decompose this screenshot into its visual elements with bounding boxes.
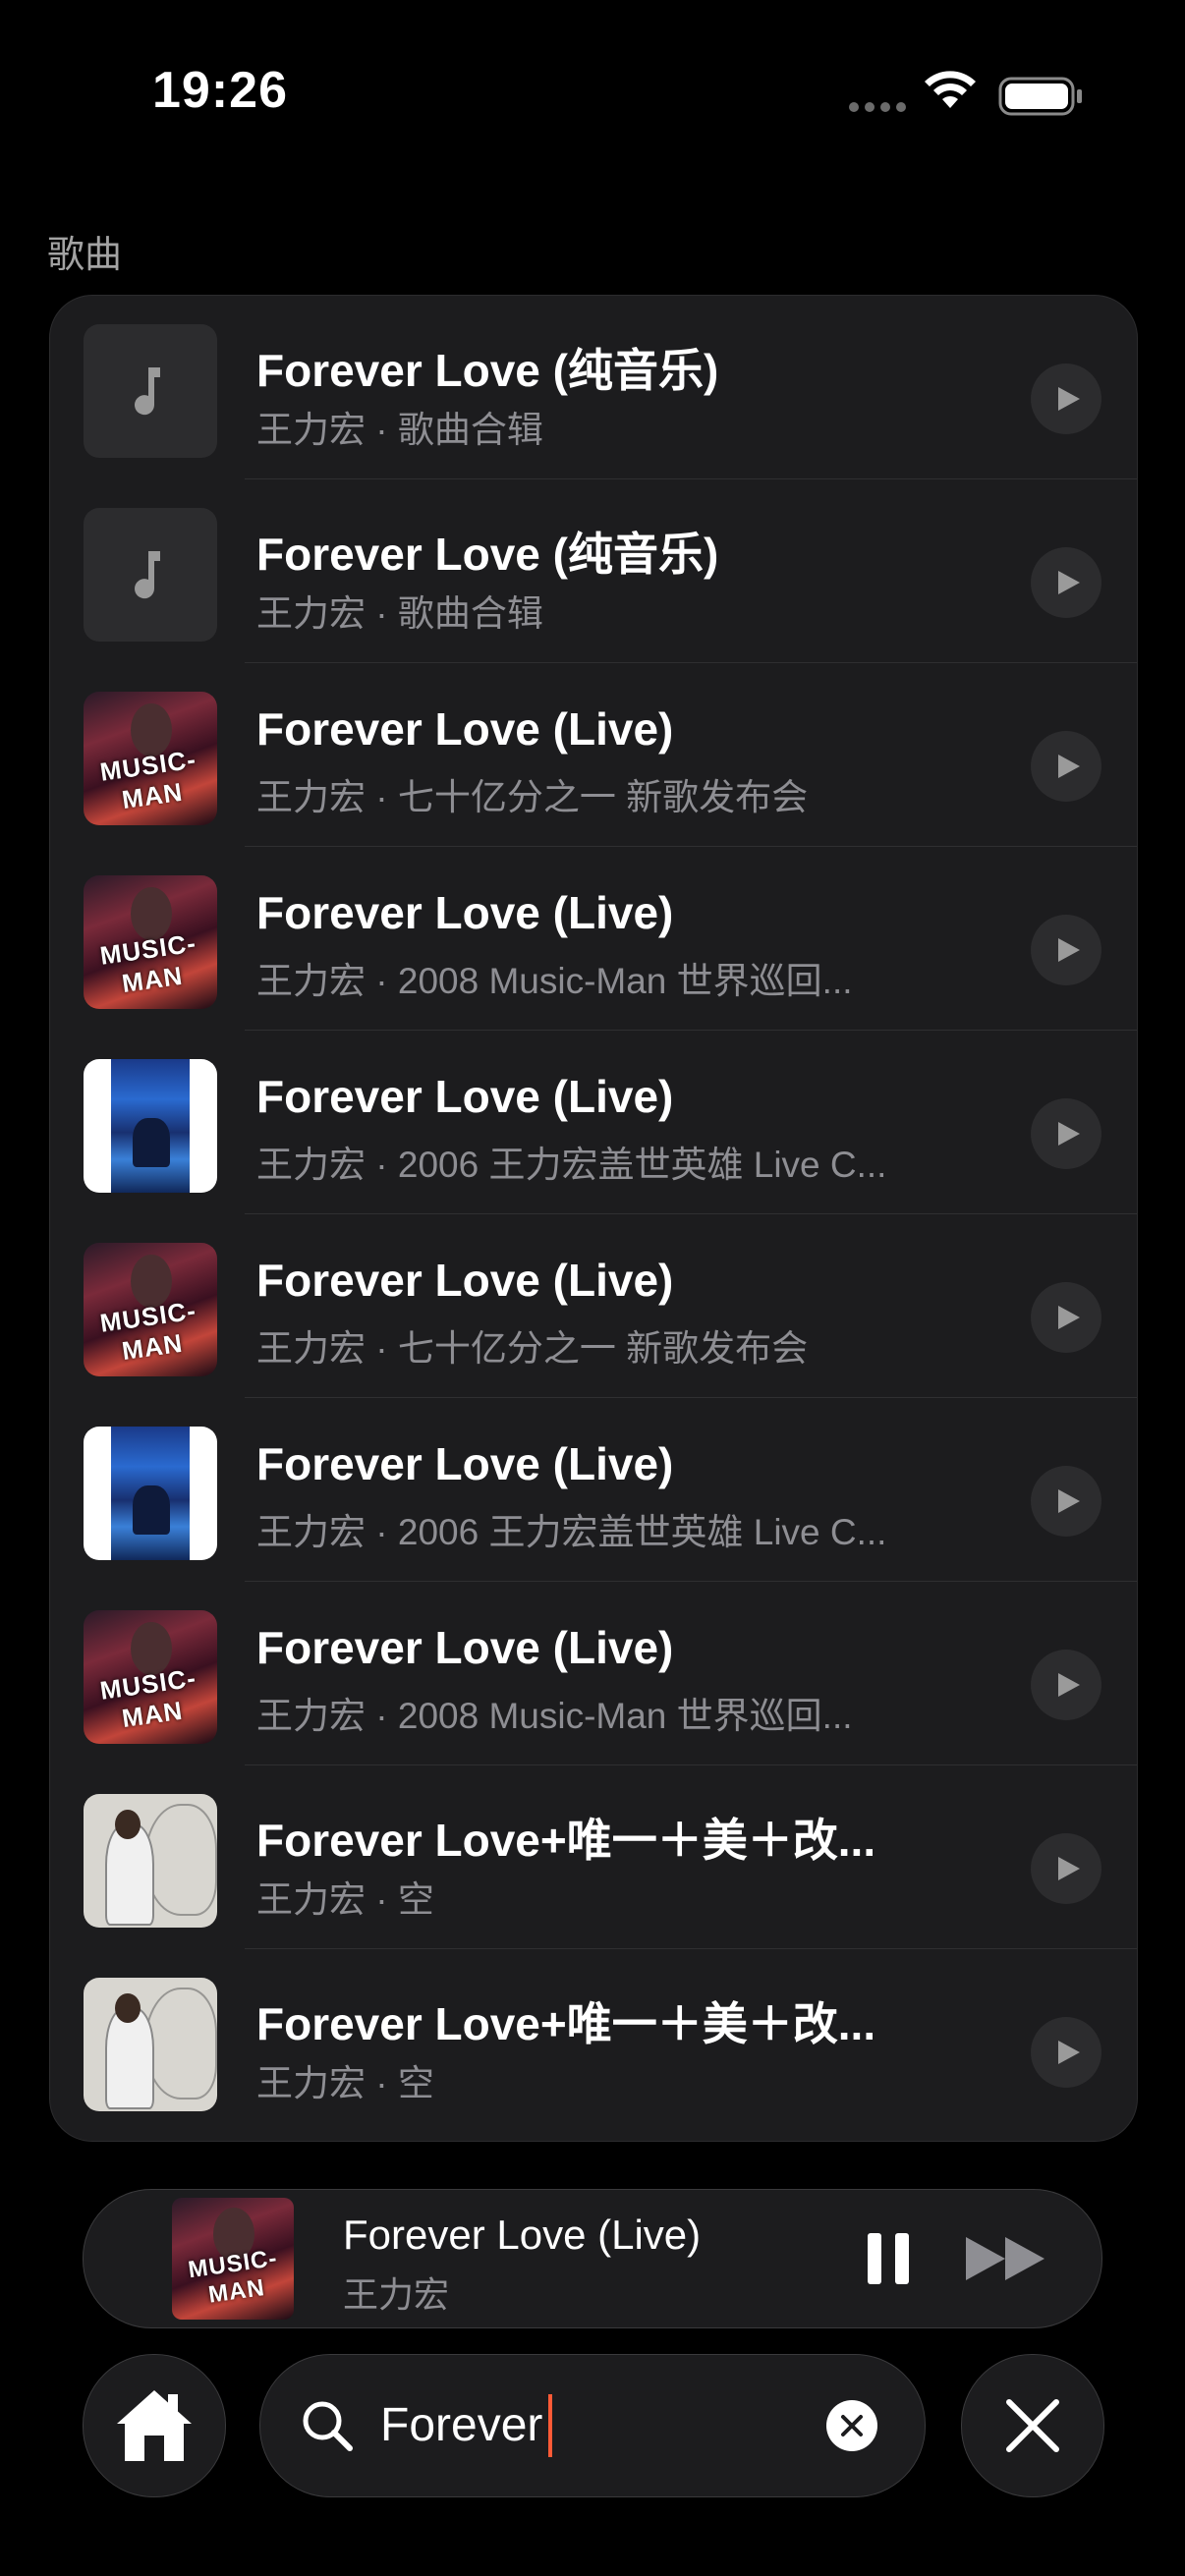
artwork-text: MUSIC-MAN [97,1295,198,1367]
play-icon [1058,2041,1080,2064]
song-subtitle: 王力宏 · 2006 王力宏盖世英雄 Live C... [256,1512,887,1552]
song-subtitle: 王力宏 · 七十亿分之一 新歌发布会 [256,777,809,817]
play-button[interactable] [1031,1098,1101,1169]
song-row[interactable]: MUSIC-MAN Forever Love (Live) 王力宏 · 2008… [50,847,1137,1031]
pause-icon [868,2233,881,2284]
song-title: Forever Love (Live) [256,887,674,938]
song-row[interactable]: Forever Love (Live) 王力宏 · 2006 王力宏盖世英雄 L… [50,1398,1137,1582]
song-subtitle: 王力宏 · 歌曲合辑 [256,593,543,634]
play-button[interactable] [1031,731,1101,802]
play-button[interactable] [1031,1466,1101,1537]
now-playing-artist: 王力宏 [343,2274,450,2315]
album-artwork: MUSIC-MAN [84,692,217,825]
song-title: Forever Love (Live) [256,1622,674,1673]
play-icon [1058,1122,1080,1146]
song-list: Forever Love (纯音乐) 王力宏 · 歌曲合辑 Forever Lo… [49,295,1138,2142]
album-artwork [84,1427,217,1560]
album-artwork: MUSIC-MAN [84,1610,217,1744]
artwork-text: MUSIC-MAN [97,1662,198,1734]
album-artwork [84,1978,217,2111]
play-button[interactable] [1031,1833,1101,1904]
song-title: Forever Love (Live) [256,1438,674,1489]
signal-dots-icon [849,102,908,114]
artwork-placeholder [84,508,217,642]
now-playing-title: Forever Love (Live) [343,2212,702,2258]
song-row[interactable]: Forever Love+唯一＋美＋改... 王力宏 · 空 [50,1949,1137,2133]
search-input[interactable] [380,2390,773,2459]
search-icon [303,2401,353,2451]
artwork-text: MUSIC-MAN [97,744,198,815]
play-button[interactable] [1031,1650,1101,1720]
song-title: Forever Love+唯一＋美＋改... [256,1998,876,2049]
song-subtitle: 王力宏 · 2008 Music-Man 世界巡回... [256,961,853,1001]
forward-button[interactable] [962,2231,1050,2286]
play-button[interactable] [1031,2017,1101,2088]
song-row[interactable]: Forever Love (Live) 王力宏 · 2006 王力宏盖世英雄 L… [50,1031,1137,1214]
song-subtitle: 王力宏 · 空 [256,1879,434,1920]
music-note-icon [135,367,160,416]
mini-player[interactable]: MUSIC-MAN Forever Love (Live) 王力宏 [83,2189,1102,2328]
close-icon [1006,2399,1059,2452]
song-title: Forever Love (Live) [256,1255,674,1306]
play-button[interactable] [1031,915,1101,985]
wifi-icon [925,71,976,108]
music-note-icon [135,551,160,599]
play-icon [1058,938,1080,962]
pause-button[interactable] [858,2227,921,2290]
text-caret [548,2394,552,2457]
play-icon [1058,1857,1080,1880]
song-row[interactable]: MUSIC-MAN Forever Love (Live) 王力宏 · 七十亿分… [50,1214,1137,1398]
song-row[interactable]: Forever Love (纯音乐) 王力宏 · 歌曲合辑 [50,296,1137,479]
song-row[interactable]: Forever Love+唯一＋美＋改... 王力宏 · 空 [50,1765,1137,1949]
clear-icon [841,2415,863,2436]
play-icon [1058,1673,1080,1697]
song-title: Forever Love (纯音乐) [256,345,719,396]
search-field[interactable] [259,2354,926,2497]
play-icon [1058,755,1080,778]
album-artwork: MUSIC-MAN [84,875,217,1009]
artwork-text: MUSIC-MAN [186,2244,280,2309]
song-title: Forever Love (Live) [256,1071,674,1122]
clear-search-button[interactable] [826,2400,877,2451]
home-button[interactable] [83,2354,226,2497]
album-artwork [84,1059,217,1193]
status-bar: 19:26 [0,0,1185,196]
play-button[interactable] [1031,547,1101,618]
play-icon [1058,1306,1080,1329]
close-button[interactable] [961,2354,1104,2497]
song-subtitle: 王力宏 · 空 [256,2063,434,2103]
album-artwork [84,1794,217,1928]
song-row[interactable]: MUSIC-MAN Forever Love (Live) 王力宏 · 2008… [50,1582,1137,1765]
album-artwork: MUSIC-MAN [84,1243,217,1376]
status-time: 19:26 [152,62,288,119]
artwork-text: MUSIC-MAN [97,927,198,999]
song-row[interactable]: Forever Love (纯音乐) 王力宏 · 歌曲合辑 [50,479,1137,663]
song-subtitle: 王力宏 · 歌曲合辑 [256,410,543,450]
song-subtitle: 王力宏 · 2006 王力宏盖世英雄 Live C... [256,1145,887,1185]
song-subtitle: 王力宏 · 七十亿分之一 新歌发布会 [256,1328,809,1369]
play-icon [1058,1489,1080,1513]
play-button[interactable] [1031,364,1101,434]
song-title: Forever Love+唯一＋美＋改... [256,1815,876,1866]
song-subtitle: 王力宏 · 2008 Music-Man 世界巡回... [256,1696,853,1736]
now-playing-artwork: MUSIC-MAN [172,2198,294,2320]
song-title: Forever Love (纯音乐) [256,529,719,580]
battery-icon [998,77,1082,116]
play-button[interactable] [1031,1282,1101,1353]
home-icon [117,2390,192,2461]
section-title: 歌曲 [47,235,123,276]
artwork-placeholder [84,324,217,458]
song-title: Forever Love (Live) [256,703,674,755]
song-row[interactable]: MUSIC-MAN Forever Love (Live) 王力宏 · 七十亿分… [50,663,1137,847]
play-icon [1058,387,1080,411]
play-icon [1058,571,1080,594]
